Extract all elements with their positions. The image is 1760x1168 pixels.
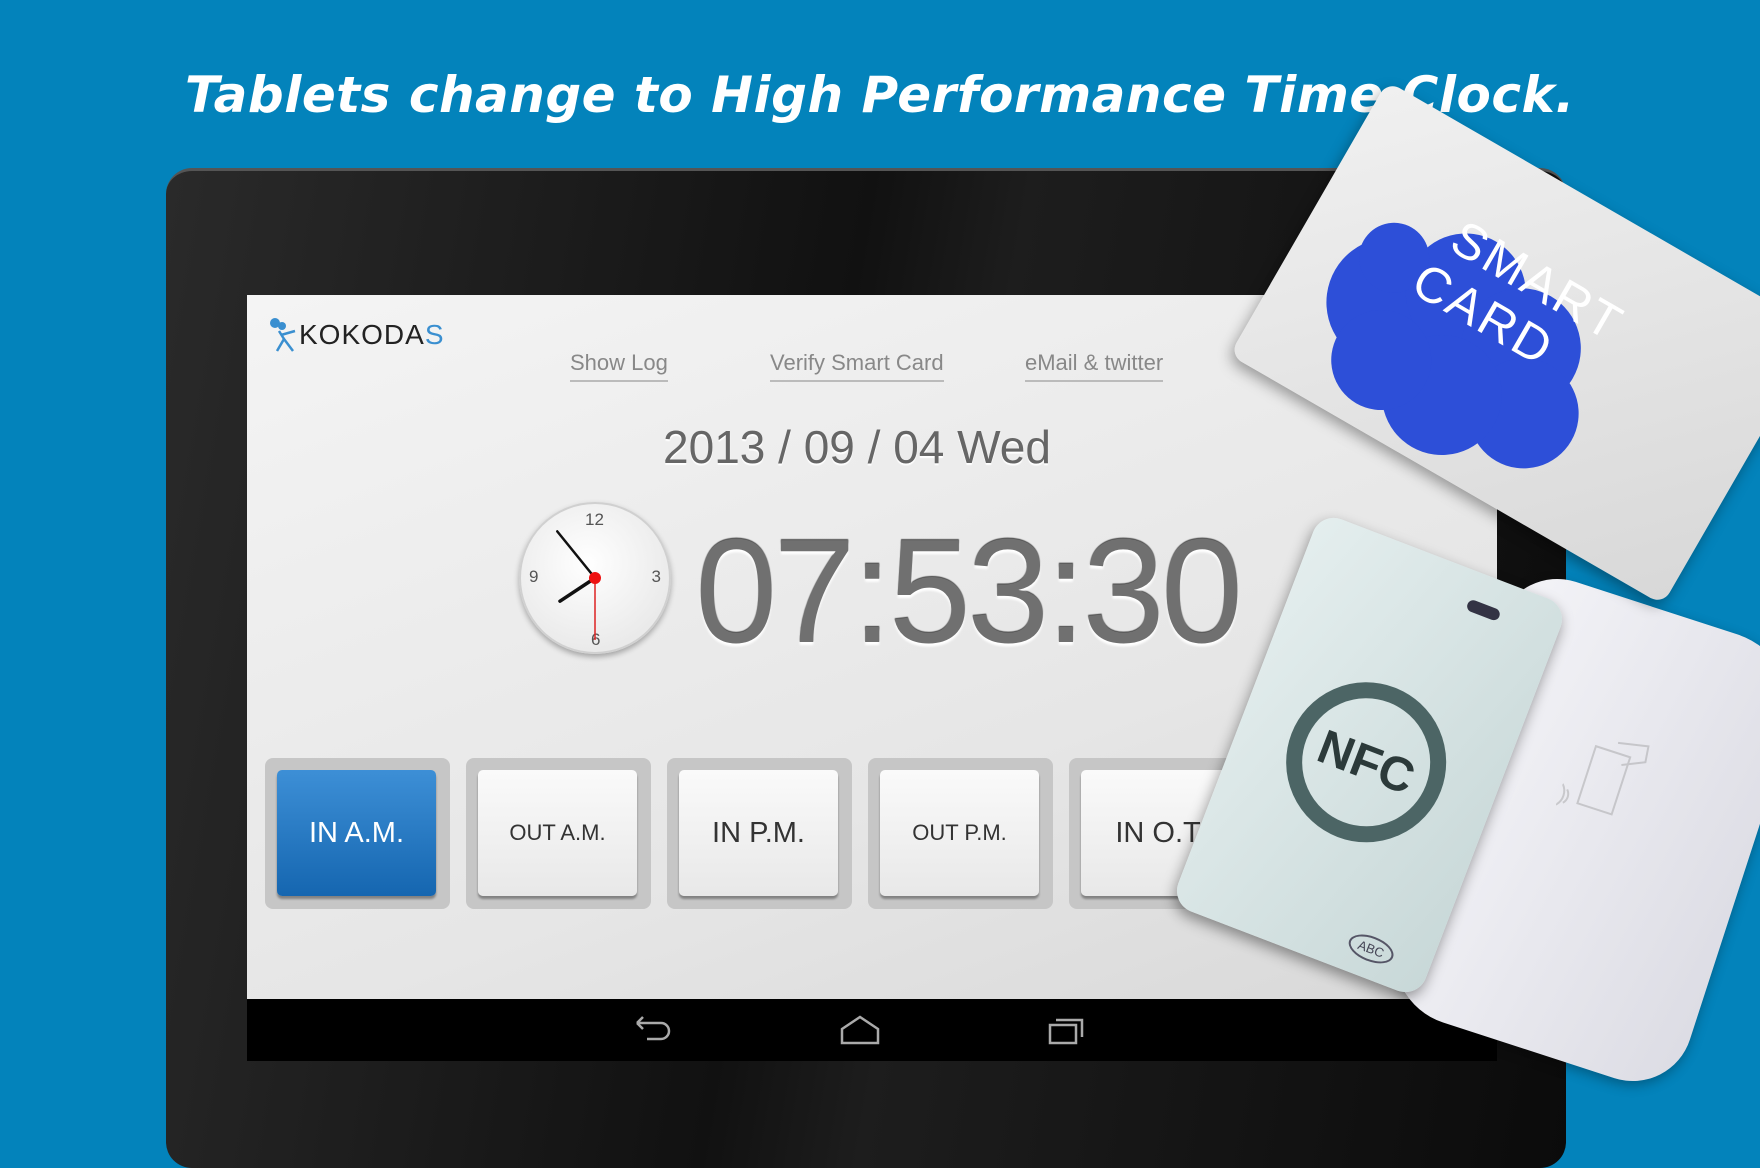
nfc-label: NFC [1310, 719, 1422, 805]
tap-card-icon [1555, 741, 1650, 816]
date-display: 2013 / 09 / 04 Wed [663, 421, 1051, 473]
reader-brand: ABC [1344, 928, 1398, 969]
tile-out-am: OUT A.M. [466, 758, 651, 909]
logo-accent: S [424, 319, 445, 350]
tile-in-pm: IN P.M. [667, 758, 852, 909]
logo: KOKODA S [269, 317, 445, 353]
email-twitter-link[interactable]: eMail & twitter [1025, 350, 1164, 382]
logo-person-icon [270, 318, 296, 352]
tile-in-am: IN A.M. [265, 758, 450, 909]
in-am-button[interactable]: IN A.M. [277, 770, 436, 896]
analog-clock: 12 3 6 9 [519, 502, 671, 654]
show-log-link[interactable]: Show Log [570, 350, 668, 382]
digital-time: 07:53:30 [695, 509, 1243, 674]
verify-smart-card-link[interactable]: Verify Smart Card [770, 350, 944, 382]
back-icon[interactable] [631, 1013, 675, 1047]
hour-hand [558, 576, 597, 603]
logo-text: KOKODA [299, 319, 425, 350]
android-nav-bar [247, 999, 1497, 1061]
recent-apps-icon[interactable] [1044, 1013, 1088, 1047]
clock-hands [555, 530, 601, 640]
reader-led [1465, 598, 1502, 622]
home-icon[interactable] [838, 1013, 882, 1047]
in-pm-button[interactable]: IN P.M. [679, 770, 838, 896]
out-am-button[interactable]: OUT A.M. [478, 770, 637, 896]
out-pm-button[interactable]: OUT P.M. [880, 770, 1039, 896]
nfc-logo-icon: NFC [1262, 658, 1470, 866]
tile-out-pm: OUT P.M. [868, 758, 1053, 909]
minute-hand [555, 530, 597, 580]
